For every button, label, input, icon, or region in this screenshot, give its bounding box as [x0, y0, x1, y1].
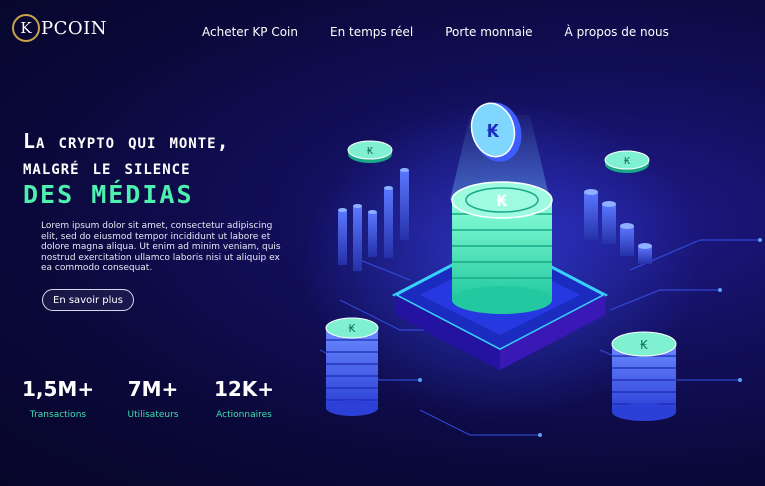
- svg-text:₭: ₭: [349, 322, 356, 335]
- coin-stack-right: ₭: [611, 331, 677, 421]
- top-nav: K PCOIN Acheter KP Coin En temps réel Po…: [0, 0, 765, 62]
- nav-link-wallet[interactable]: Porte monnaie: [445, 25, 532, 39]
- hero-title: La crypto qui monte, malgré le silence d…: [23, 128, 230, 210]
- svg-text:₭: ₭: [487, 121, 500, 142]
- stat-label: Actionnaires: [216, 410, 272, 420]
- hero-description: Lorem ipsum dolor sit amet, consectetur …: [41, 221, 281, 274]
- stat-users: 7M+ Utilisateurs: [121, 377, 185, 420]
- nav-link-about[interactable]: À propos de nous: [565, 25, 669, 39]
- logo-text: PCOIN: [41, 17, 108, 39]
- stat-transactions: 1,5M+ Transactions: [22, 377, 94, 420]
- hero-title-line-1: La crypto qui monte,: [23, 129, 230, 153]
- nav-links: Acheter KP Coin En temps réel Porte monn…: [202, 25, 669, 39]
- kp-coin-icon: K: [12, 14, 40, 42]
- coin-right: ₭: [604, 150, 650, 173]
- stat-label: Utilisateurs: [127, 410, 179, 420]
- hero-title-line-2: malgré le silence: [23, 155, 191, 179]
- nav-link-realtime[interactable]: En temps réel: [330, 25, 413, 39]
- svg-text:₭: ₭: [496, 191, 508, 210]
- stat-shareholders: 12K+ Actionnaires: [212, 377, 276, 420]
- learn-more-button[interactable]: En savoir plus: [42, 289, 134, 311]
- svg-text:₭: ₭: [624, 156, 631, 167]
- stat-label: Transactions: [29, 410, 87, 420]
- kpcoin-logo[interactable]: K PCOIN: [12, 14, 107, 42]
- stat-value: 7M+: [127, 377, 179, 401]
- stat-value: 1,5M+: [22, 377, 95, 401]
- coin-left: ₭: [347, 140, 393, 163]
- central-coin-stack: ₭: [451, 181, 553, 314]
- nav-link-buy[interactable]: Acheter KP Coin: [202, 25, 298, 39]
- coin-stack-left: ₭: [325, 317, 379, 416]
- svg-text:₭: ₭: [640, 338, 648, 352]
- stat-value: 12K+: [213, 377, 275, 401]
- crypto-illustration: ₭ ₭ ₭ ₭ ₭ ₭: [300, 100, 762, 437]
- svg-text:₭: ₭: [367, 146, 374, 157]
- hero-title-accent: des médias: [23, 180, 194, 209]
